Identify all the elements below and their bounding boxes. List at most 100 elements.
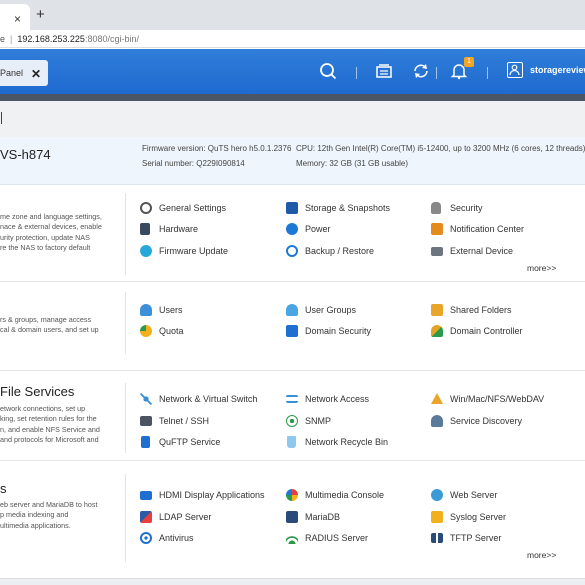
- hardware-icon: [140, 223, 150, 235]
- network-section-title: File Services: [0, 384, 75, 399]
- network-switch-icon: [140, 393, 152, 405]
- section-divider: [125, 193, 126, 275]
- storage-icon: [286, 202, 298, 214]
- item-label: Antivirus: [159, 533, 194, 543]
- privilege-section-description: rs & groups, manage access cal & domain …: [0, 315, 112, 336]
- snmp-icon: [286, 415, 298, 427]
- item-label: User Groups: [305, 305, 357, 315]
- address-host: 192.168.253.225: [17, 34, 85, 44]
- firmware-update-icon: [140, 245, 152, 257]
- bottom-bar: [0, 578, 585, 585]
- lock-icon: [431, 202, 441, 214]
- toolbar-band: [0, 101, 585, 137]
- item-label: RADIUS Server: [305, 533, 369, 543]
- item-label: External Device: [450, 246, 514, 256]
- search-icon[interactable]: [318, 62, 338, 82]
- backup-icon: [286, 245, 298, 257]
- more-link[interactable]: more>>: [527, 263, 556, 273]
- address-bar[interactable]: e | 192.168.253.225:8080/cgi-bin/: [0, 30, 585, 48]
- control-panel-tab-label: Panel: [0, 68, 24, 78]
- address-path: :8080/cgi-bin/: [84, 34, 139, 44]
- task-icon[interactable]: [374, 62, 394, 82]
- address-prefix: e: [0, 34, 6, 44]
- item-label: MariaDB: [305, 512, 341, 522]
- description-line: king, set retention rules for the: [0, 414, 97, 424]
- user-group-icon: [286, 304, 298, 316]
- syslog-icon: [431, 511, 443, 523]
- serial-number: Serial number: Q229I090814: [142, 159, 245, 168]
- section-divider: [125, 292, 126, 354]
- system-section-description: me zone and language settings, nace & ex…: [0, 212, 112, 253]
- notification-center-icon: [431, 223, 443, 235]
- description-line: p media indexing and: [0, 510, 69, 520]
- ftp-icon: [141, 436, 150, 448]
- tftp-icon: [431, 533, 443, 543]
- item-label: Network Access: [305, 394, 370, 404]
- more-link[interactable]: more>>: [527, 550, 556, 560]
- browser-tab[interactable]: ×: [0, 4, 30, 30]
- description-line: re the NAS to factory default: [0, 242, 91, 252]
- header-separator: [487, 67, 488, 79]
- description-line: me zone and language settings,: [0, 212, 102, 221]
- description-line: ultimedia applications.: [0, 520, 71, 530]
- description-line: and protocols for Microsoft and: [0, 434, 99, 444]
- cpu-info: CPU: 12th Gen Intel(R) Core(TM) i5-12400…: [296, 144, 585, 153]
- gear-icon: [140, 202, 152, 214]
- item-label: HDMI Display Applications: [159, 490, 265, 500]
- item-label: QuFTP Service: [159, 437, 221, 447]
- app-header: Panel ✕: [0, 49, 585, 94]
- user-icon: [140, 304, 152, 316]
- hdmi-display-icon: [140, 491, 152, 500]
- service-discovery-icon: [431, 415, 443, 427]
- close-icon[interactable]: ✕: [31, 61, 41, 87]
- network-section-description: etwork connections, set up king, set ret…: [0, 404, 112, 445]
- control-panel-tab[interactable]: Panel ✕: [0, 60, 48, 86]
- wifi-icon: [286, 532, 298, 544]
- recycle-bin-icon: [287, 436, 296, 448]
- item-label: Quota: [159, 326, 184, 336]
- item-label: SNMP: [305, 416, 332, 426]
- folder-icon: [431, 304, 443, 316]
- description-line: eb server and MariaDB to host: [0, 500, 98, 509]
- domain-controller-icon: [431, 325, 443, 337]
- item-label: Firmware Update: [159, 246, 229, 256]
- item-label: Telnet / SSH: [159, 416, 210, 426]
- antivirus-icon: [140, 532, 152, 544]
- description-line: rs & groups, manage access: [0, 315, 92, 324]
- sync-icon[interactable]: [411, 62, 431, 82]
- multimedia-console-icon: [286, 489, 298, 501]
- item-label: LDAP Server: [159, 512, 212, 522]
- username[interactable]: storagereview: [530, 65, 585, 75]
- header-separator: [356, 67, 357, 79]
- ldap-icon: [140, 511, 152, 523]
- item-label: Notification Center: [450, 224, 525, 234]
- applications-section-description: eb server and MariaDB to host p media in…: [0, 500, 112, 531]
- section-separator: [0, 460, 585, 461]
- item-label: Syslog Server: [450, 512, 507, 522]
- description-line: urity protection, update NAS: [0, 232, 90, 242]
- text-cursor: [1, 112, 2, 124]
- description-line: etwork connections, set up: [0, 404, 86, 413]
- item-label: Domain Controller: [450, 326, 523, 336]
- item-label: TFTP Server: [450, 533, 502, 543]
- description-line: n, and enable NFS Service and: [0, 424, 100, 434]
- description-line: nace & external devices, enable: [0, 222, 102, 232]
- address-separator: |: [10, 34, 13, 44]
- item-label: Power: [305, 224, 331, 234]
- item-label: Network Recycle Bin: [305, 437, 389, 447]
- item-label: Multimedia Console: [305, 490, 385, 500]
- domain-security-icon: [286, 325, 298, 337]
- item-label: General Settings: [159, 203, 227, 213]
- user-icon[interactable]: [507, 62, 523, 78]
- item-label: Web Server: [450, 490, 498, 500]
- terminal-icon: [140, 416, 152, 426]
- file-protocol-icon: [431, 393, 443, 404]
- mariadb-icon: [286, 511, 298, 523]
- section-divider: [125, 474, 126, 562]
- new-tab-icon[interactable]: +: [36, 6, 45, 23]
- network-access-icon: [286, 395, 298, 403]
- applications-section-title: s: [0, 481, 7, 496]
- close-tab-icon[interactable]: ×: [14, 12, 21, 26]
- external-device-icon: [431, 247, 443, 256]
- memory-info: Memory: 32 GB (31 GB usable): [296, 159, 409, 168]
